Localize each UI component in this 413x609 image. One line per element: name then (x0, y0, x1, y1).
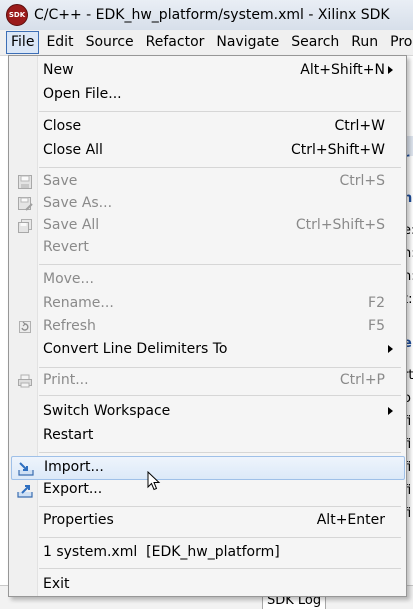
menu-item-shortcut: F2 (368, 295, 385, 311)
menu-separator (39, 395, 401, 396)
mouse-pointer-icon (147, 471, 161, 491)
submenu-arrow-icon (388, 345, 393, 353)
menu-item-shortcut: F5 (368, 318, 385, 334)
menu-item-shortcut: Ctrl+Shift+S (295, 217, 385, 233)
menu-item-recent-file[interactable]: 1 system.xml [EDK_hw_platform] (11, 542, 403, 564)
menu-file[interactable]: File (6, 31, 40, 54)
menu-item-label: Export... (43, 481, 103, 497)
menu-item-label: New (43, 62, 74, 78)
menu-item-new[interactable]: New Alt+Shift+N (11, 60, 403, 82)
menu-item-open-file[interactable]: Open File... (11, 84, 403, 106)
menu-item-export[interactable]: Export... (11, 479, 403, 501)
menu-item-save-as[interactable]: Save As... (11, 193, 403, 215)
menu-item-save[interactable]: Save Ctrl+S (11, 171, 403, 193)
menu-item-label: Close (43, 118, 82, 134)
menu-item-restart[interactable]: Restart (11, 425, 403, 447)
menu-item-label: Exit (43, 576, 70, 592)
menu-separator (39, 111, 401, 112)
save-all-icon (18, 219, 32, 233)
menu-separator (39, 264, 401, 265)
menu-separator (39, 537, 401, 538)
menu-separator (39, 367, 401, 368)
menu-item-shortcut: Ctrl+Shift+W (290, 142, 385, 158)
menu-item-label: Rename... (43, 295, 114, 311)
menu-item-label: Restart (43, 427, 94, 443)
menu-item-label: Save (43, 173, 78, 189)
file-menu-dropdown: New Alt+Shift+N Open File... Close Ctrl+… (8, 55, 407, 597)
xilinx-sdk-logo-icon: SDK (6, 4, 28, 26)
menu-item-close-all[interactable]: Close All Ctrl+Shift+W (11, 140, 403, 162)
menu-item-label: Print... (43, 372, 89, 388)
menu-item-shortcut: Alt+Enter (316, 512, 385, 528)
menu-item-rename[interactable]: Rename... F2 (11, 293, 403, 315)
save-as-icon (18, 197, 33, 211)
menu-separator (39, 452, 401, 453)
menu-item-shortcut: Ctrl+P (339, 372, 385, 388)
menu-item-save-all[interactable]: Save All Ctrl+Shift+S (11, 215, 403, 237)
menu-item-label: 1 system.xml [EDK_hw_platform] (43, 544, 280, 560)
menu-item-revert[interactable]: Revert (11, 237, 403, 259)
menu-item-shortcut: Alt+Shift+N (300, 62, 385, 78)
submenu-arrow-icon (388, 66, 393, 74)
menu-item-label: Revert (43, 239, 89, 255)
save-icon (18, 175, 32, 189)
menu-refactor[interactable]: Refactor (141, 31, 210, 54)
title-bar: SDK C/C++ - EDK_hw_platform/system.xml -… (0, 0, 413, 30)
menu-item-label: Save All (43, 217, 100, 233)
import-icon (18, 462, 34, 476)
menu-item-switch-workspace[interactable]: Switch Workspace (11, 401, 403, 423)
menu-item-refresh[interactable]: Refresh F5 (11, 316, 403, 338)
menu-item-label: Import... (44, 459, 104, 475)
menu-separator (39, 167, 401, 168)
menu-bar: File Edit Source Refactor Navigate Searc… (0, 30, 413, 56)
menu-item-shortcut: Ctrl+W (334, 118, 385, 134)
menu-item-label: Move... (43, 271, 94, 287)
menu-item-move[interactable]: Move... (11, 269, 403, 291)
export-icon (17, 485, 33, 498)
menu-separator (39, 568, 401, 569)
refresh-icon (19, 321, 31, 333)
menu-item-properties[interactable]: Properties Alt+Enter (11, 510, 403, 532)
menu-item-print[interactable]: Print... Ctrl+P (11, 370, 403, 392)
menu-item-label: Switch Workspace (43, 403, 171, 419)
menu-item-label: Close All (43, 142, 103, 158)
menu-item-convert-line-delimiters[interactable]: Convert Line Delimiters To (11, 339, 403, 361)
menu-item-label: Refresh (43, 318, 96, 334)
menu-navigate[interactable]: Navigate (211, 31, 284, 54)
menu-item-import[interactable]: Import... (11, 456, 405, 480)
menu-item-close[interactable]: Close Ctrl+W (11, 116, 403, 138)
menu-item-label: Open File... (43, 86, 122, 102)
window-title: C/C++ - EDK_hw_platform/system.xml - Xil… (34, 7, 390, 23)
menu-item-shortcut: Ctrl+S (339, 173, 385, 189)
menu-edit[interactable]: Edit (41, 31, 78, 54)
menu-search[interactable]: Search (286, 31, 344, 54)
menu-item-label: Save As... (43, 195, 113, 211)
print-icon (18, 374, 32, 388)
menu-item-exit[interactable]: Exit (11, 574, 403, 596)
submenu-arrow-icon (388, 407, 393, 415)
menu-source[interactable]: Source (81, 31, 139, 54)
menu-run[interactable]: Run (346, 31, 383, 54)
menu-project[interactable]: Pro (385, 31, 413, 54)
menu-item-label: Properties (43, 512, 114, 528)
menu-item-label: Convert Line Delimiters To (43, 341, 228, 357)
menu-separator (39, 506, 401, 507)
